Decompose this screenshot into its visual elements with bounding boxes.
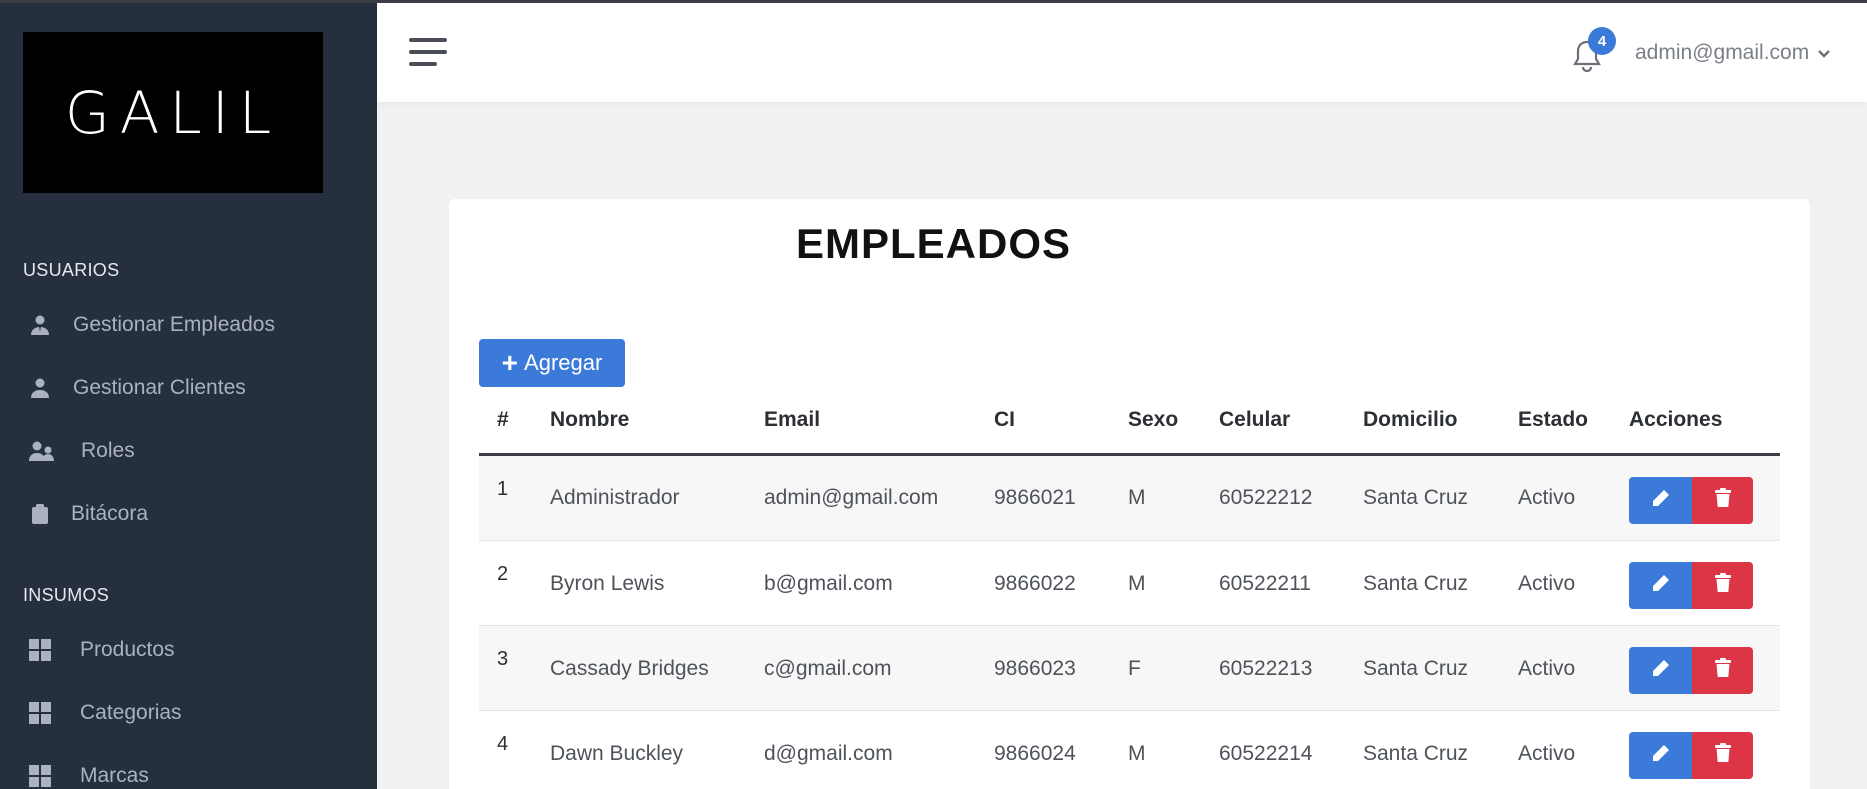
cell-estado: Activo [1518, 486, 1576, 509]
cell-nombre: Dawn Buckley [550, 742, 684, 765]
user-tie-icon [28, 313, 52, 337]
trash-icon [1714, 743, 1732, 768]
page-title: EMPLEADOS [795, 220, 1072, 267]
notification-badge: 4 [1588, 27, 1616, 55]
add-button[interactable]: + Agregar [479, 339, 625, 387]
pencil-icon [1651, 573, 1671, 598]
sidebar-item-productos[interactable]: Productos [28, 630, 175, 670]
column-header: Nombre [550, 408, 630, 431]
delete-button[interactable] [1692, 732, 1753, 779]
table-row: 2 Byron Lewis b@gmail.com 9866022 M 6052… [479, 541, 1780, 626]
grid-icon [28, 764, 52, 788]
chevron-down-icon [1809, 41, 1831, 65]
column-header: Acciones [1629, 408, 1723, 431]
sidebar-item-label: Productos [80, 638, 175, 661]
user-menu[interactable]: admin@gmail.com [1635, 41, 1831, 65]
table-row: 4 Dawn Buckley d@gmail.com 9866024 M 605… [479, 711, 1780, 789]
cell-ci: 9866023 [994, 657, 1076, 680]
cell-sexo: M [1128, 572, 1146, 595]
sidebar-item-categorias[interactable]: Categorias [28, 693, 182, 733]
cell-sexo: F [1128, 657, 1141, 680]
users-cog-icon [28, 439, 56, 463]
user-icon [28, 376, 52, 400]
add-button-label: Agregar [524, 350, 603, 375]
cell-ci: 9866022 [994, 572, 1076, 595]
cell-nombre: Byron Lewis [550, 572, 665, 595]
sidebar-item-gestionar-clientes[interactable]: Gestionar Clientes [28, 368, 246, 408]
window-top-border [0, 0, 1867, 3]
column-header: # [497, 408, 509, 431]
sidebar-item-roles[interactable]: Roles [28, 431, 135, 471]
cell-nombre: Cassady Bridges [550, 657, 709, 680]
cell-domicilio: Santa Cruz [1363, 657, 1469, 680]
table-row: 1 Administrador admin@gmail.com 9866021 … [479, 456, 1780, 541]
column-header: Estado [1518, 408, 1589, 431]
cell-sexo: M [1128, 742, 1146, 765]
sidebar-item-label: Bitácora [71, 502, 149, 525]
row-number: 4 [497, 733, 509, 755]
cell-domicilio: Santa Cruz [1363, 486, 1469, 509]
cell-email: admin@gmail.com [764, 486, 939, 509]
sidebar-section-insumos: INSUMOS [23, 585, 110, 605]
column-header: CI [994, 408, 1015, 431]
cell-domicilio: Santa Cruz [1363, 572, 1469, 595]
cell-estado: Activo [1518, 742, 1576, 765]
sidebar-item-gestionar-empleados[interactable]: Gestionar Empleados [28, 305, 275, 345]
cell-celular: 60522211 [1219, 572, 1311, 595]
sidebar-item-label: Marcas [80, 764, 149, 787]
delete-button[interactable] [1692, 562, 1753, 609]
cell-estado: Activo [1518, 657, 1576, 680]
column-header: Celular [1219, 408, 1291, 431]
pencil-icon [1651, 488, 1671, 513]
logo[interactable]: GALIL [23, 32, 323, 193]
cell-email: d@gmail.com [764, 742, 893, 765]
column-header: Domicilio [1363, 408, 1458, 431]
topbar: 4 admin@gmail.com [377, 3, 1867, 102]
trash-icon [1714, 658, 1732, 683]
row-number: 1 [497, 478, 509, 500]
row-number: 2 [497, 563, 509, 585]
edit-button[interactable] [1629, 732, 1692, 779]
cell-email: b@gmail.com [764, 572, 893, 595]
cell-email: c@gmail.com [764, 657, 892, 680]
column-header: Email [764, 408, 821, 431]
column-header: Sexo [1128, 408, 1179, 431]
pencil-icon [1651, 743, 1671, 768]
cell-celular: 60522214 [1219, 742, 1313, 765]
trash-icon [1714, 488, 1732, 513]
trash-icon [1714, 573, 1732, 598]
cell-celular: 60522212 [1219, 486, 1313, 509]
cell-ci: 9866021 [994, 486, 1076, 509]
pencil-icon [1651, 658, 1671, 683]
cell-ci: 9866024 [994, 742, 1076, 765]
sidebar-item-label: Categorias [80, 701, 182, 724]
cell-sexo: M [1128, 486, 1146, 509]
clipboard-icon [28, 502, 52, 526]
sidebar: GALIL USUARIOS Gestionar Empleados Gesti… [0, 3, 377, 789]
cell-estado: Activo [1518, 572, 1576, 595]
table-row: 3 Cassady Bridges c@gmail.com 9866023 F … [479, 626, 1780, 711]
sidebar-item-label: Gestionar Clientes [73, 376, 246, 399]
delete-button[interactable] [1692, 477, 1753, 524]
edit-button[interactable] [1629, 562, 1692, 609]
user-email: admin@gmail.com [1635, 41, 1810, 64]
edit-button[interactable] [1629, 647, 1692, 694]
grid-icon [28, 701, 52, 725]
plus-icon: + [501, 347, 519, 378]
row-number: 3 [497, 648, 509, 670]
sidebar-item-marcas[interactable]: Marcas [28, 756, 149, 789]
menu-toggle-icon[interactable] [409, 36, 447, 68]
grid-icon [28, 638, 52, 662]
cell-celular: 60522213 [1219, 657, 1313, 680]
cell-domicilio: Santa Cruz [1363, 742, 1469, 765]
delete-button[interactable] [1692, 647, 1753, 694]
sidebar-item-label: Gestionar Empleados [73, 313, 275, 336]
edit-button[interactable] [1629, 477, 1692, 524]
sidebar-item-bitacora[interactable]: Bitácora [28, 494, 148, 534]
cell-nombre: Administrador [550, 486, 680, 509]
sidebar-item-label: Roles [81, 439, 135, 462]
